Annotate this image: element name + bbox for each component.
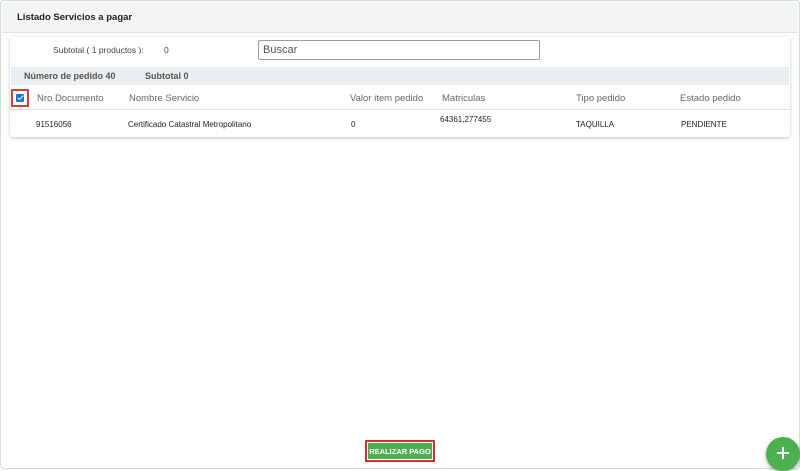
realizar-pago-button[interactable]: REALIZAR PAGO [368, 443, 432, 459]
order-number: Número de pedido 40 [24, 71, 116, 81]
add-fab-button[interactable] [766, 437, 800, 471]
pay-button-highlight: REALIZAR PAGO [365, 440, 435, 462]
select-all-checkbox[interactable] [16, 94, 24, 102]
column-nro-documento[interactable]: Nro Documento [37, 93, 104, 104]
column-tipo-pedido[interactable]: Tipo pedido [576, 93, 625, 104]
cell-estado-pedido: PENDIENTE [681, 120, 727, 129]
search-input[interactable] [258, 40, 540, 60]
subtotal-label: Subtotal ( 1 productos ): [53, 45, 144, 55]
table-row[interactable]: 91516056 Certificado Catastral Metropoli… [10, 110, 790, 136]
panel-title: Listado Servicios a pagar [17, 12, 133, 23]
cell-valor-item: 0 [351, 120, 356, 129]
table-header: Nro Documento Nombre Servicio Valor item… [10, 87, 790, 110]
select-all-highlight [11, 89, 29, 107]
column-valor-item[interactable]: Valor item pedido [350, 93, 423, 104]
order-header: Número de pedido 40 Subtotal 0 [11, 67, 789, 85]
order-card: Subtotal ( 1 productos ): 0 Número de pe… [10, 37, 790, 137]
cell-nro-documento: 91516056 [36, 120, 72, 129]
column-nombre-servicio[interactable]: Nombre Servicio [129, 93, 199, 104]
subtotal-value: 0 [164, 45, 169, 55]
services-panel: Listado Servicios a pagar Subtotal ( 1 p… [0, 0, 800, 469]
plus-icon [777, 447, 789, 459]
order-subtotal: Subtotal 0 [145, 71, 189, 81]
cell-nombre-servicio: Certificado Catastral Metropolitano [128, 120, 252, 129]
column-matriculas[interactable]: Matriculas [442, 93, 485, 104]
cell-matriculas: 64361,277455 [440, 115, 492, 124]
cell-tipo-pedido: TAQUILLA [576, 120, 615, 129]
column-estado-pedido[interactable]: Estado pedido [680, 93, 741, 104]
panel-header: Listado Servicios a pagar [2, 2, 798, 33]
